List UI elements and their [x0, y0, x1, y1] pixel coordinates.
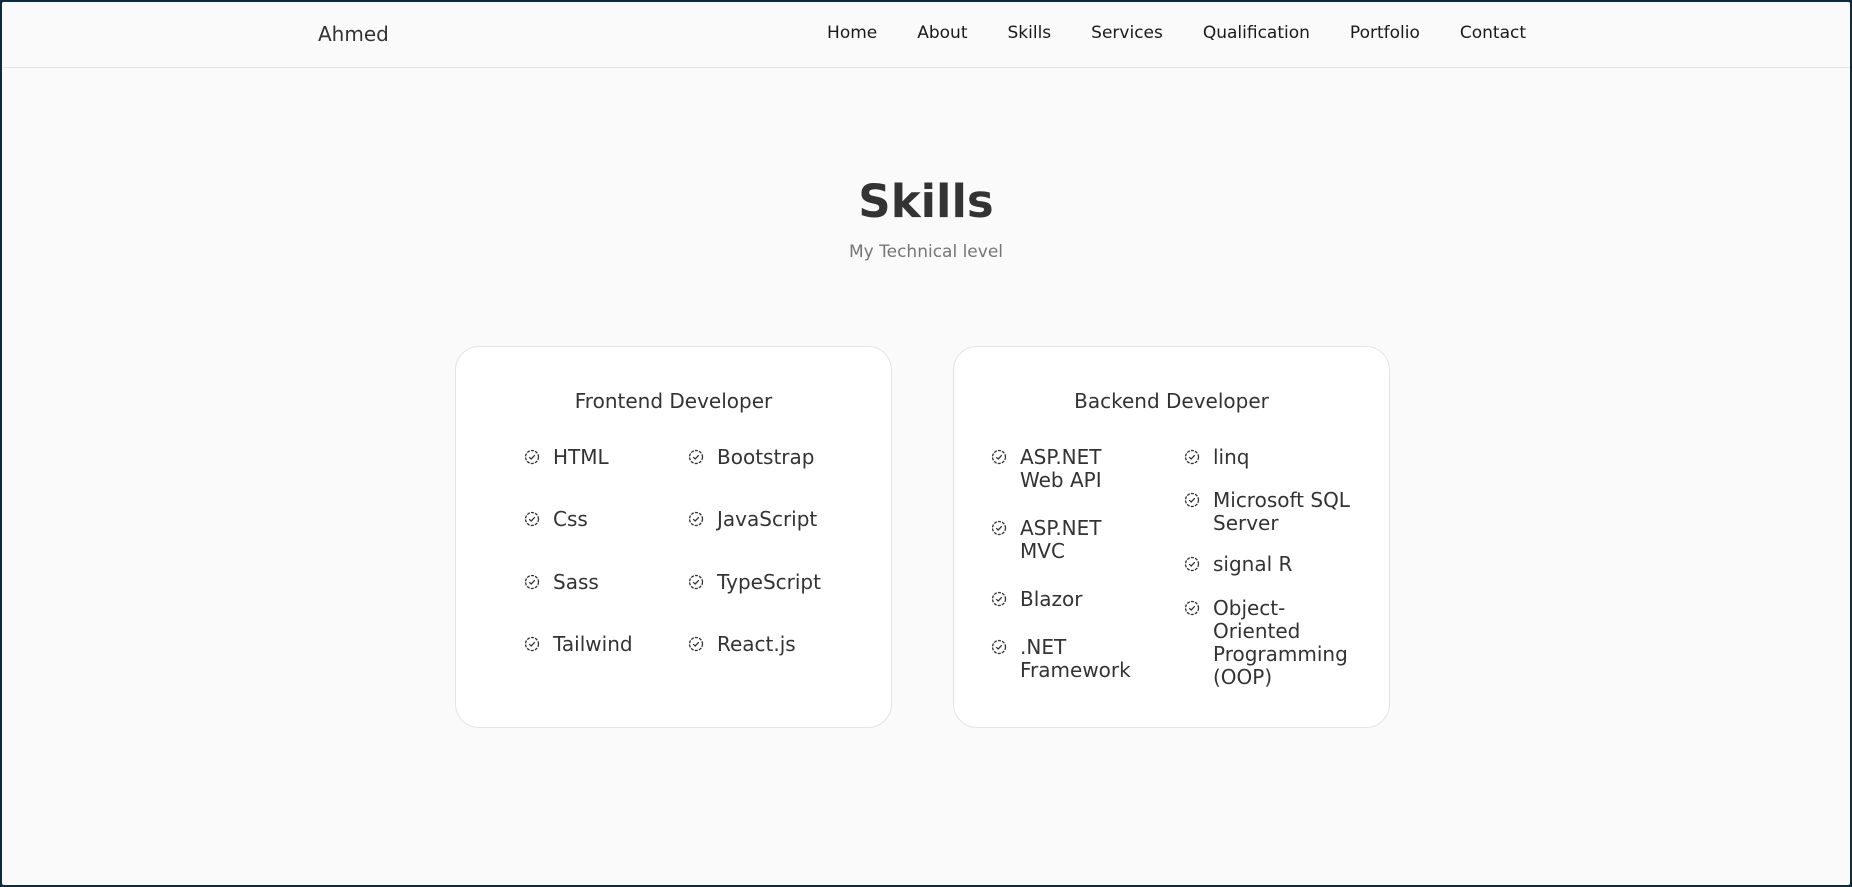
skill-name: Sass [553, 570, 599, 594]
skill-item: ASP.NET Web API [991, 446, 1131, 492]
logo[interactable]: Ahmed [318, 22, 389, 46]
skill-name: HTML [553, 445, 609, 469]
backend-card: Backend Developer ASP.NET Web API linq A… [953, 346, 1390, 728]
skill-name: Object-Oriented Programming (OOP) [1213, 596, 1348, 689]
skill-item: ASP.NET MVC [991, 517, 1131, 563]
section-title: Skills [858, 175, 994, 228]
skill-name: Microsoft SQL Server [1213, 488, 1350, 535]
badge-check-icon [688, 636, 704, 652]
card-title: Frontend Developer [574, 389, 773, 413]
skill-item: Bootstrap [688, 446, 814, 469]
skill-name: TypeScript [717, 570, 821, 594]
badge-check-icon [1184, 449, 1200, 465]
skill-name: Tailwind [553, 632, 633, 656]
main-nav: Home About Skills Services Qualification… [827, 23, 1526, 43]
nav-about[interactable]: About [917, 23, 967, 43]
card-title: Backend Developer [1074, 389, 1269, 413]
skill-name: Blazor [1020, 587, 1083, 611]
skill-name: linq [1213, 445, 1250, 469]
badge-check-icon [524, 449, 540, 465]
badge-check-icon [991, 591, 1007, 607]
badge-check-icon [524, 636, 540, 652]
skill-name: ASP.NET MVC [1020, 516, 1102, 563]
badge-check-icon [1184, 600, 1200, 616]
skill-item: .NET Framework [991, 636, 1141, 682]
badge-check-icon [688, 449, 704, 465]
skill-item: TypeScript [688, 571, 821, 594]
skill-name: signal R [1213, 552, 1293, 576]
badge-check-icon [688, 511, 704, 527]
skill-item: linq [1184, 446, 1359, 469]
site-header: Ahmed Home About Skills Services Qualifi… [2, 2, 1850, 68]
skill-item: Blazor [991, 588, 1131, 611]
skill-item: Object-Oriented Programming (OOP) [1184, 597, 1359, 689]
nav-portfolio[interactable]: Portfolio [1350, 23, 1420, 43]
badge-check-icon [688, 574, 704, 590]
badge-check-icon [524, 511, 540, 527]
skill-name: .NET Framework [1020, 635, 1131, 682]
nav-contact[interactable]: Contact [1460, 23, 1526, 43]
nav-qualification[interactable]: Qualification [1203, 23, 1310, 43]
badge-check-icon [991, 520, 1007, 536]
skill-name: Bootstrap [717, 445, 815, 469]
badge-check-icon [991, 639, 1007, 655]
skill-name: JavaScript [717, 507, 818, 531]
nav-skills[interactable]: Skills [1008, 23, 1052, 43]
skill-item: JavaScript [688, 508, 817, 531]
badge-check-icon [1184, 492, 1200, 508]
skill-item: Microsoft SQL Server [1184, 489, 1359, 535]
skill-item: Css [524, 508, 588, 531]
skill-item: signal R [1184, 553, 1359, 576]
skill-name: ASP.NET Web API [1020, 445, 1102, 492]
skill-item: Sass [524, 571, 599, 594]
badge-check-icon [524, 574, 540, 590]
skill-item: React.js [688, 633, 796, 656]
skill-name: Css [553, 507, 588, 531]
nav-home[interactable]: Home [827, 23, 877, 43]
skill-item: HTML [524, 446, 609, 469]
badge-check-icon [1184, 556, 1200, 572]
page: Ahmed Home About Skills Services Qualifi… [2, 2, 1850, 885]
skill-name: React.js [717, 632, 796, 656]
badge-check-icon [991, 449, 1007, 465]
section-subtitle: My Technical level [848, 242, 1004, 262]
skill-item: Tailwind [524, 633, 633, 656]
frontend-card: Frontend Developer HTML Bootstrap Css Ja… [455, 346, 892, 728]
nav-services[interactable]: Services [1091, 23, 1163, 43]
